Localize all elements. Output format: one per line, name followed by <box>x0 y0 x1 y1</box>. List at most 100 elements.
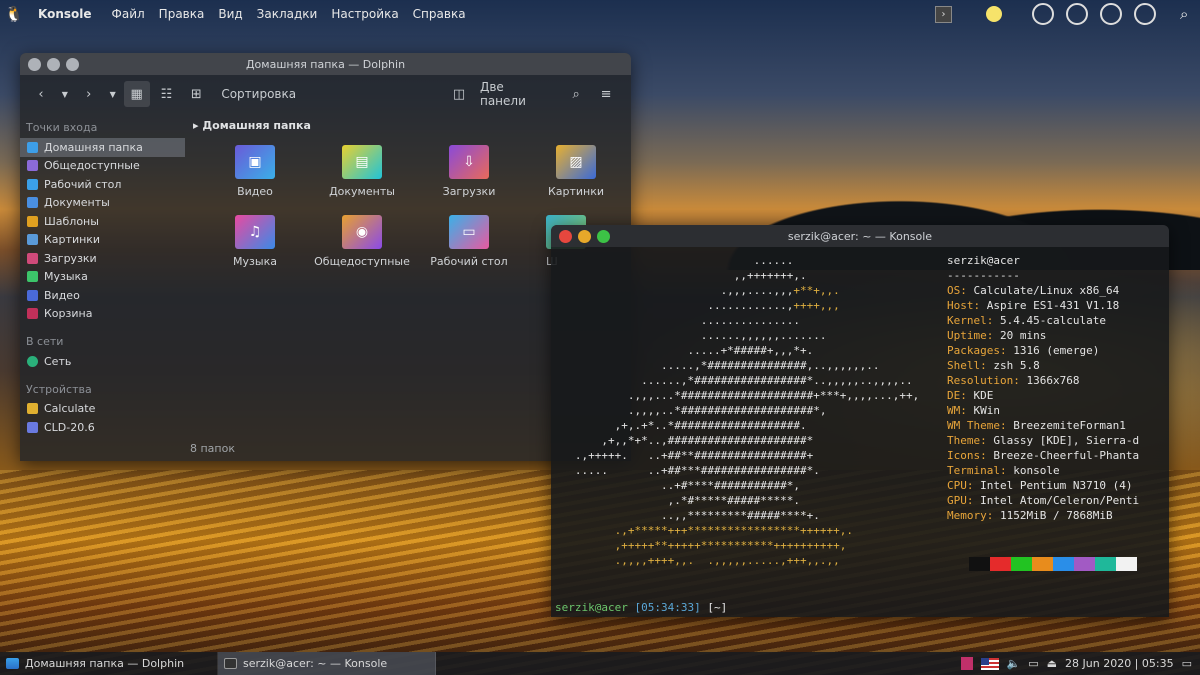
folder-pictures[interactable]: ▨ Картинки <box>526 145 626 198</box>
display-icon[interactable]: ▭ <box>1028 657 1038 670</box>
clock[interactable]: 28 Jun 2020 | 05:35 <box>1065 657 1174 670</box>
cpu-monitor-icon[interactable] <box>1032 3 1054 25</box>
info-value: konsole <box>1013 464 1060 477</box>
terminal-area[interactable]: ...... ,,+++++++,. .,,,....,,,+**+,,. ..… <box>551 247 1169 617</box>
palette-swatch <box>1074 557 1095 571</box>
disk-monitor-icon[interactable] <box>1134 3 1156 25</box>
swap-monitor-icon[interactable] <box>1100 3 1122 25</box>
details-view-icon[interactable]: ⊞ <box>183 81 209 107</box>
prompt-user: serzik@acer <box>555 601 628 614</box>
place-templates[interactable]: Шаблоны <box>20 212 185 231</box>
palette-swatch <box>1116 557 1137 571</box>
dolphin-titlebar[interactable]: Домашняя папка — Dolphin <box>20 53 631 75</box>
icons-view-icon[interactable]: ▦ <box>123 81 150 107</box>
info-separator: ----------- <box>947 269 1020 282</box>
sort-button[interactable]: Сортировка <box>221 87 296 101</box>
search-icon[interactable]: ⌕ <box>1180 5 1188 23</box>
info-key: Memory <box>947 509 987 522</box>
templates-icon <box>27 215 38 227</box>
palette-swatch <box>1095 557 1116 571</box>
close-button[interactable] <box>559 230 572 243</box>
info-value: Intel Atom/Celeron/Penti <box>980 494 1140 507</box>
info-key: OS <box>947 284 961 297</box>
maximize-button[interactable] <box>597 230 610 243</box>
info-value: BreezemiteForman1 <box>1013 419 1126 432</box>
dolphin-icon <box>6 658 19 669</box>
task-konsole[interactable]: serzik@acer: ~ — Konsole <box>218 652 436 675</box>
info-key: Host <box>947 299 974 312</box>
top-panel: 🐧 Konsole Файл Правка Вид Закладки Настр… <box>0 0 1200 28</box>
maximize-button[interactable] <box>66 58 79 71</box>
info-key: Icons <box>947 449 981 462</box>
forward-menu-icon[interactable]: ▼ <box>106 81 120 107</box>
close-button[interactable] <box>28 58 41 71</box>
trash-icon <box>27 308 38 320</box>
places-panel: Точки входа Домашняя папка Общедоступные… <box>20 113 185 461</box>
split-view-icon[interactable]: ◫ <box>446 81 472 107</box>
info-key: GPU <box>947 494 967 507</box>
menu-edit[interactable]: Правка <box>159 7 205 21</box>
task-dolphin[interactable]: Домашняя папка — Dolphin <box>0 652 218 675</box>
folder-documents[interactable]: ▤ Документы <box>312 145 412 198</box>
place-home[interactable]: Домашняя папка <box>20 138 185 157</box>
eject-icon[interactable]: ⏏ <box>1047 657 1057 670</box>
info-value: 20 mins <box>1000 329 1047 342</box>
folder-videos[interactable]: ▣ Видео <box>205 145 305 198</box>
music-folder-icon: ♫ <box>235 215 275 249</box>
back-menu-icon[interactable]: ▼ <box>58 81 72 107</box>
minimize-button[interactable] <box>578 230 591 243</box>
volume-icon[interactable]: 🔈 <box>1007 657 1021 670</box>
minimize-button[interactable] <box>47 58 60 71</box>
breadcrumb[interactable]: ▸ Домашняя папка <box>185 113 631 138</box>
split-view-button[interactable]: Две панели <box>480 80 553 108</box>
terminal-widget-icon[interactable]: › <box>935 5 952 23</box>
info-value: Aspire ES1-431 V1.18 <box>986 299 1120 312</box>
info-key: WM Theme <box>947 419 1000 432</box>
folder-music[interactable]: ♫ Музыка <box>205 215 305 268</box>
menu-view[interactable]: Вид <box>218 7 242 21</box>
search-icon[interactable]: ⌕ <box>563 81 589 107</box>
forward-icon[interactable]: › <box>76 81 102 107</box>
palette-swatch <box>990 557 1011 571</box>
device-calculate[interactable]: Calculate <box>20 400 185 419</box>
prompt-time: [05:34:33] <box>634 601 701 614</box>
place-desktop[interactable]: Рабочий стол <box>20 175 185 194</box>
folder-public[interactable]: ◉ Общедоступные <box>312 215 412 268</box>
devices-section-header: Устройства <box>26 382 92 396</box>
place-public[interactable]: Общедоступные <box>20 157 185 176</box>
drive-icon <box>27 421 38 433</box>
back-icon[interactable]: ‹ <box>28 81 54 107</box>
app-launcher-icon[interactable]: 🐧 <box>0 0 28 28</box>
compact-view-icon[interactable]: ☷ <box>154 81 180 107</box>
menu-help[interactable]: Справка <box>413 7 466 21</box>
public-folder-icon: ◉ <box>342 215 382 249</box>
place-videos[interactable]: Видео <box>20 286 185 305</box>
expand-tray-icon[interactable]: ▭ <box>1182 657 1192 670</box>
keyboard-layout-flag-icon[interactable] <box>980 657 999 670</box>
shell-prompt[interactable]: serzik@acer [05:34:33] [~] -> % <box>555 600 727 617</box>
place-trash[interactable]: Корзина <box>20 305 185 324</box>
info-value: Glassy [KDE], Sierra-d <box>993 434 1140 447</box>
place-documents[interactable]: Документы <box>20 194 185 213</box>
place-pictures[interactable]: Картинки <box>20 231 185 250</box>
window-title: serzik@acer: ~ — Konsole <box>787 229 933 243</box>
info-value: KWin <box>973 404 1001 417</box>
folder-downloads[interactable]: ⇩ Загрузки <box>419 145 519 198</box>
place-network[interactable]: Сеть <box>20 352 185 371</box>
device-cld[interactable]: CLD-20.6 <box>20 418 185 437</box>
place-music[interactable]: Музыка <box>20 268 185 287</box>
weather-sun-icon[interactable] <box>986 6 1002 22</box>
documents-icon <box>27 197 38 209</box>
place-downloads[interactable]: Загрузки <box>20 249 185 268</box>
package-updates-icon[interactable] <box>960 657 973 670</box>
menu-bookmarks[interactable]: Закладки <box>257 7 318 21</box>
desktop-icon <box>27 178 38 190</box>
konsole-titlebar[interactable]: serzik@acer: ~ — Konsole <box>551 225 1169 247</box>
hamburger-menu-icon[interactable]: ≡ <box>593 81 619 107</box>
folder-desktop[interactable]: ▭ Рабочий стол <box>419 215 519 268</box>
memory-monitor-icon[interactable] <box>1066 3 1088 25</box>
menu-settings[interactable]: Настройка <box>331 7 398 21</box>
documents-folder-icon: ▤ <box>342 145 382 179</box>
menu-file[interactable]: Файл <box>112 7 145 21</box>
text-cursor <box>588 616 596 617</box>
